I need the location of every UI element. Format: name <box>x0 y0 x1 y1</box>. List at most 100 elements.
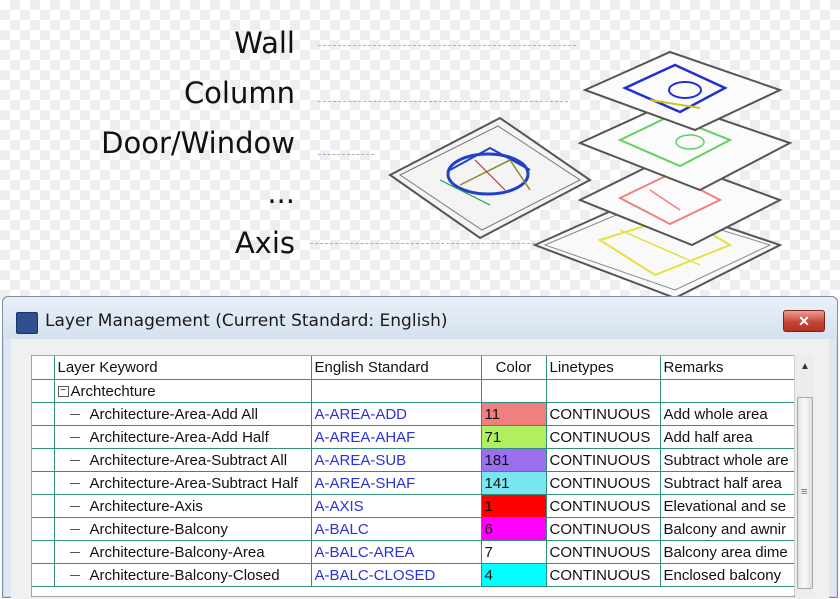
layer-keyword-cell[interactable]: Architecture-Area-Add All <box>54 402 312 426</box>
layer-keyword-cell[interactable]: Architecture-Axis <box>54 494 312 518</box>
remarks-cell[interactable]: Balcony area dime <box>660 540 794 564</box>
header-gutter <box>32 356 55 380</box>
grip-icon: ≡ <box>801 486 808 498</box>
tree-branch-line <box>69 575 80 577</box>
english-standard-cell[interactable]: A-AREA-SUB <box>311 448 482 472</box>
linetype-cell[interactable]: CONTINUOUS <box>546 402 661 426</box>
layer-keyword-cell[interactable]: Architecture-Balcony-Closed <box>54 563 312 587</box>
english-standard-cell[interactable]: A-AREA-SHAF <box>311 471 482 495</box>
table-row[interactable]: Architecture-Balcony-Closed A-BALC-CLOSED… <box>32 563 794 587</box>
column-header-remarks[interactable]: Remarks <box>660 356 794 380</box>
table-row[interactable]: Architecture-Area-Add All A-AREA-ADD 11 CON… <box>32 402 794 426</box>
layer-keyword: Architecture-Balcony <box>89 520 228 538</box>
remarks-cell[interactable]: Enclosed balcony <box>660 563 794 587</box>
color-swatch-cell[interactable]: 4 <box>481 563 547 587</box>
leader-line-door-window <box>318 154 374 155</box>
color-swatch-cell[interactable]: 11 <box>481 402 547 426</box>
color-swatch-cell[interactable]: 6 <box>481 517 547 541</box>
group-cell[interactable]: − Archtechture <box>54 379 312 403</box>
column-header-english-standard[interactable]: English Standard <box>311 356 482 380</box>
layer-label-ellipsis: ... <box>267 176 295 210</box>
remarks-cell[interactable]: Add half area <box>660 425 794 449</box>
layer-label-axis: Axis <box>234 226 295 260</box>
color-swatch-cell[interactable]: 1 <box>481 494 547 518</box>
group-row[interactable]: − Archtechture <box>32 379 794 403</box>
window-title: Layer Management (Current Standard: Engl… <box>45 311 448 331</box>
column-header-layer-keyword[interactable]: Layer Keyword <box>54 356 312 380</box>
layer-keyword-cell[interactable]: Architecture-Balcony <box>54 517 312 541</box>
row-gutter <box>32 402 55 426</box>
layer-keyword: Architecture-Balcony-Area <box>89 543 265 561</box>
column-header-linetypes[interactable]: Linetypes <box>546 356 661 380</box>
tree-branch-line <box>69 483 80 485</box>
tree-branch-line <box>69 414 80 416</box>
tree-branch-line <box>69 460 80 462</box>
linetype-cell[interactable]: CONTINUOUS <box>546 540 661 564</box>
linetype-cell[interactable]: CONTINUOUS <box>546 563 661 587</box>
row-gutter <box>32 517 55 541</box>
linetype-cell[interactable]: CONTINUOUS <box>546 494 661 518</box>
layer-keyword: Architecture-Balcony-Closed <box>89 566 280 584</box>
base-drawing-sheet <box>388 116 592 240</box>
collapse-minus-icon[interactable]: − <box>57 386 69 398</box>
table-row[interactable]: Architecture-Balcony A-BALC 6 CONTINUOUS Bal… <box>32 517 794 541</box>
group-empty-cell <box>311 379 482 403</box>
group-empty-cell <box>546 379 661 403</box>
color-swatch-cell[interactable]: 141 <box>481 471 547 495</box>
layer-label-wall: Wall <box>234 26 295 60</box>
layer-keyword: Architecture-Area-Add All <box>89 405 258 423</box>
layer-keyword-cell[interactable]: Architecture-Area-Add Half <box>54 425 312 449</box>
english-standard-cell[interactable]: A-AREA-ADD <box>311 402 482 426</box>
wall-layer-sheet <box>582 50 783 132</box>
layer-keyword: Architecture-Area-Add Half <box>89 428 269 446</box>
row-gutter <box>32 448 55 472</box>
color-swatch-cell[interactable]: 71 <box>481 425 547 449</box>
column-header-color[interactable]: Color <box>481 356 547 380</box>
row-gutter <box>32 471 55 495</box>
layer-label-door-window: Door/Window <box>101 126 295 160</box>
row-gutter <box>32 540 55 564</box>
row-gutter <box>32 425 55 449</box>
linetype-cell[interactable]: CONTINUOUS <box>546 425 661 449</box>
group-empty-cell <box>481 379 547 403</box>
english-standard-cell[interactable]: A-BALC <box>311 517 482 541</box>
title-bar[interactable]: Layer Management (Current Standard: Engl… <box>3 297 837 339</box>
layer-keyword-cell[interactable]: Architecture-Balcony-Area <box>54 540 312 564</box>
table-row[interactable]: Architecture-Area-Add Half A-AREA-AHAF 71 C… <box>32 425 794 449</box>
linetype-cell[interactable]: CONTINUOUS <box>546 471 661 495</box>
close-button[interactable]: ✕ <box>783 310 825 332</box>
layer-keyword-cell[interactable]: Architecture-Area-Subtract Half <box>54 471 312 495</box>
linetype-cell[interactable]: CONTINUOUS <box>546 448 661 472</box>
remarks-cell[interactable]: Subtract half area <box>660 471 794 495</box>
vertical-scrollbar[interactable]: ▲ ≡ <box>794 355 814 595</box>
layer-keyword-cell[interactable]: Architecture-Area-Subtract All <box>54 448 312 472</box>
english-standard-cell[interactable]: A-BALC-CLOSED <box>311 563 482 587</box>
tree-branch-line <box>69 552 80 554</box>
color-swatch-cell[interactable]: 7 <box>481 540 547 564</box>
layer-keyword: Architecture-Axis <box>89 497 203 515</box>
table-row[interactable]: Architecture-Balcony-Area A-BALC-AREA 7 CON… <box>32 540 794 564</box>
table-row[interactable]: Architecture-Area-Subtract Half A-AREA-SH… <box>32 471 794 495</box>
remarks-cell[interactable]: Add whole area <box>660 402 794 426</box>
english-standard-cell[interactable]: A-AXIS <box>311 494 482 518</box>
remarks-cell[interactable]: Balcony and awnir <box>660 517 794 541</box>
table-row[interactable]: Architecture-Axis A-AXIS 1 CONTINUOUS Elevat… <box>32 494 794 518</box>
tree-branch-line <box>69 529 80 531</box>
window-client-area: Layer Keyword English Standard Color Lin… <box>11 339 829 599</box>
linetype-cell[interactable]: CONTINUOUS <box>546 517 661 541</box>
layer-label-column: Column <box>183 76 295 110</box>
header-row: Layer Keyword English Standard Color Lin… <box>32 356 794 380</box>
table-row[interactable]: Architecture-Area-Subtract All A-AREA-SUB… <box>32 448 794 472</box>
row-gutter <box>32 379 55 403</box>
english-standard-cell[interactable]: A-AREA-AHAF <box>311 425 482 449</box>
layers-grid: Layer Keyword English Standard Color Lin… <box>31 355 795 597</box>
english-standard-cell[interactable]: A-BALC-AREA <box>311 540 482 564</box>
row-gutter <box>32 494 55 518</box>
tree-branch-line <box>69 506 80 508</box>
remarks-cell[interactable]: Subtract whole are <box>660 448 794 472</box>
layers-table: Layer Keyword English Standard Color Lin… <box>32 356 794 587</box>
color-swatch-cell[interactable]: 181 <box>481 448 547 472</box>
scroll-up-arrow-icon[interactable]: ▲ <box>800 361 810 372</box>
scrollbar-thumb[interactable]: ≡ <box>797 397 813 589</box>
remarks-cell[interactable]: Elevational and se <box>660 494 794 518</box>
